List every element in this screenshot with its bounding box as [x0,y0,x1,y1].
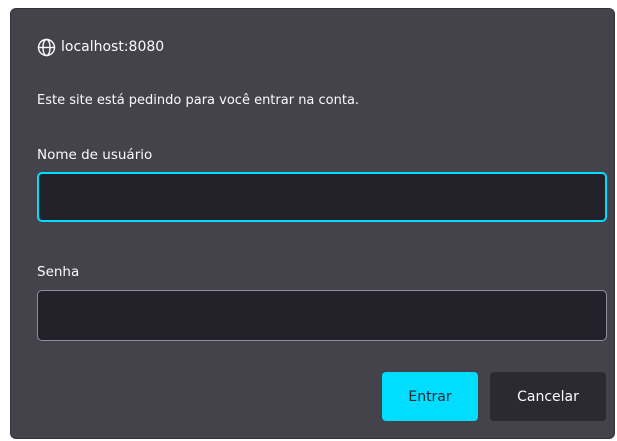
username-label: Nome de usuário [37,147,153,163]
password-label: Senha [37,264,80,280]
cancel-button[interactable]: Cancelar [490,372,606,421]
dialog-origin: localhost:8080 [37,37,164,57]
submit-button[interactable]: Entrar [382,372,478,421]
origin-host: localhost:8080 [61,39,165,55]
username-input[interactable] [37,172,607,222]
auth-dialog: localhost:8080 Este site está pedindo pa… [10,8,615,439]
password-input[interactable] [37,290,607,341]
dialog-message: Este site está pedindo para você entrar … [37,93,360,108]
globe-icon [37,38,56,57]
